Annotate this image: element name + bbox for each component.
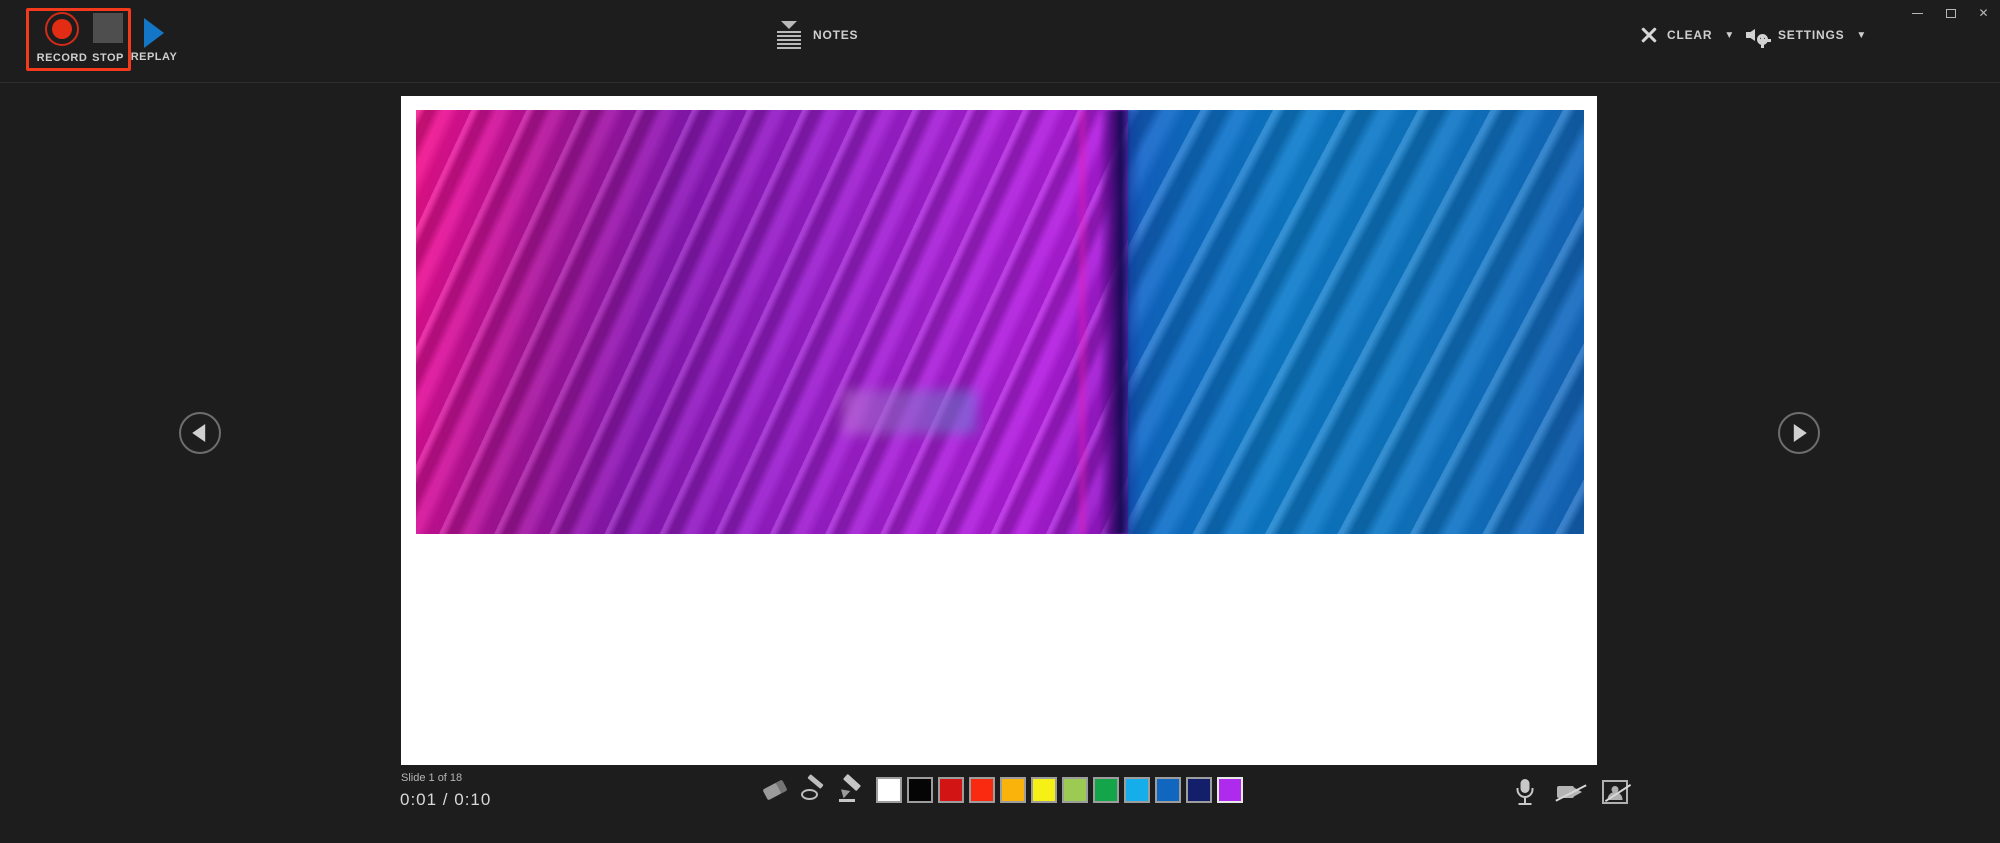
color-swatch-blue[interactable] bbox=[1155, 777, 1181, 803]
lasso-select-tool-button[interactable] bbox=[796, 774, 830, 805]
restore-icon[interactable] bbox=[1934, 0, 1967, 26]
color-swatch-orange[interactable] bbox=[1000, 777, 1026, 803]
color-swatch-light-green[interactable] bbox=[1062, 777, 1088, 803]
recording-timer: 0:01 / 0:10 bbox=[400, 790, 492, 809]
settings-button-label: SETTINGS bbox=[1778, 28, 1845, 42]
window-controls: ✕ bbox=[1901, 0, 2000, 26]
next-slide-button[interactable] bbox=[1778, 412, 1820, 454]
notes-icon bbox=[777, 21, 801, 49]
eraser-icon bbox=[762, 779, 788, 801]
lasso-icon bbox=[801, 774, 825, 802]
top-toolbar: RECORD STOP REPLAY NOTES CLEAR ▼ SETTING… bbox=[0, 0, 2000, 83]
play-triangle-icon bbox=[144, 18, 164, 48]
previous-slide-button[interactable] bbox=[179, 412, 221, 454]
device-controls bbox=[1510, 778, 1632, 806]
minimize-icon[interactable] bbox=[1901, 0, 1934, 26]
color-swatch-white[interactable] bbox=[876, 777, 902, 803]
recording-window: RECORD STOP REPLAY NOTES CLEAR ▼ SETTING… bbox=[0, 0, 2000, 843]
notes-button-label: NOTES bbox=[813, 28, 859, 42]
clear-button[interactable]: CLEAR ▼ bbox=[1640, 22, 1734, 48]
color-swatch-green[interactable] bbox=[1093, 777, 1119, 803]
notes-button[interactable]: NOTES bbox=[777, 18, 858, 52]
slide-image bbox=[416, 110, 1584, 534]
close-icon[interactable]: ✕ bbox=[1967, 0, 2000, 26]
chevron-down-icon: ▼ bbox=[1724, 29, 1735, 41]
color-swatch-list bbox=[876, 777, 1248, 803]
settings-button[interactable]: SETTINGS ▼ bbox=[1746, 22, 1866, 48]
presenter-view-off-icon[interactable] bbox=[1602, 780, 1632, 804]
audio-settings-icon bbox=[1746, 25, 1771, 48]
replay-button[interactable]: REPLAY bbox=[124, 18, 184, 63]
chevron-left-icon bbox=[192, 424, 206, 442]
chevron-down-icon: ▼ bbox=[1856, 29, 1867, 41]
chevron-right-icon bbox=[1793, 424, 1807, 442]
color-swatch-purple[interactable] bbox=[1217, 777, 1243, 803]
color-swatch-light-blue[interactable] bbox=[1124, 777, 1150, 803]
clear-button-label: CLEAR bbox=[1667, 28, 1713, 42]
color-swatch-dark-blue[interactable] bbox=[1186, 777, 1212, 803]
color-swatch-dark-red[interactable] bbox=[938, 777, 964, 803]
replay-button-label: REPLAY bbox=[130, 51, 178, 63]
blurred-region bbox=[842, 389, 977, 435]
slide-canvas[interactable] bbox=[401, 96, 1597, 765]
pen-tool-button[interactable] bbox=[834, 773, 868, 805]
eraser-tool-button[interactable] bbox=[758, 775, 792, 805]
slide-counter: Slide 1 of 18 bbox=[401, 772, 463, 784]
color-swatch-red[interactable] bbox=[969, 777, 995, 803]
ink-toolbar bbox=[758, 773, 1248, 805]
pen-icon bbox=[837, 773, 863, 802]
close-icon bbox=[1640, 27, 1657, 44]
color-swatch-yellow[interactable] bbox=[1031, 777, 1057, 803]
camera-off-icon[interactable] bbox=[1555, 778, 1587, 806]
microphone-icon[interactable] bbox=[1510, 778, 1540, 806]
feather-graphic bbox=[416, 110, 1584, 534]
color-swatch-black[interactable] bbox=[907, 777, 933, 803]
